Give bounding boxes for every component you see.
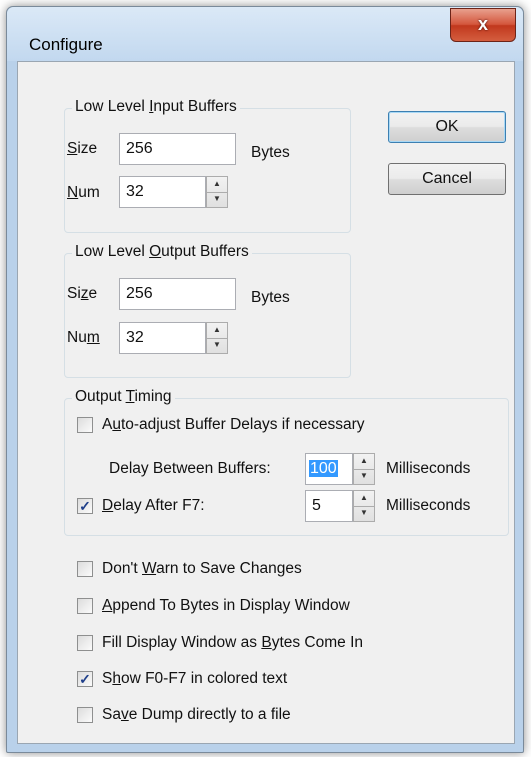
fill-display-label[interactable]: Fill Display Window as Bytes Come In	[102, 634, 363, 652]
fill-display-checkbox[interactable]	[77, 635, 93, 651]
delay-after-label[interactable]: Delay After F7:	[102, 497, 205, 515]
spin-down-icon[interactable]: ▼	[207, 192, 227, 207]
save-dump-label[interactable]: Save Dump directly to a file	[102, 706, 291, 724]
checkmark-icon: ✓	[79, 498, 91, 514]
close-icon: x	[477, 14, 488, 34]
input-size-field[interactable]: 256	[119, 133, 236, 165]
input-num-field[interactable]: 32	[119, 176, 206, 208]
spin-up-icon[interactable]: ▲	[354, 454, 374, 470]
dont-warn-checkbox[interactable]	[77, 561, 93, 577]
save-dump-checkbox[interactable]	[77, 707, 93, 723]
configure-dialog: Configure x Low Level Input Buffers Size…	[6, 6, 524, 753]
delay-after-checkbox[interactable]: ✓	[77, 498, 93, 514]
output-buffers-legend: Low Level Output Buffers	[72, 243, 252, 261]
spin-down-icon[interactable]: ▼	[354, 506, 374, 521]
dialog-body: Low Level Input Buffers Size 256 Bytes N…	[17, 61, 515, 744]
spin-up-icon[interactable]: ▲	[207, 177, 227, 193]
input-buffers-legend: Low Level Input Buffers	[72, 98, 240, 116]
output-size-label: Size	[67, 285, 98, 302]
input-buffers-group: Low Level Input Buffers	[64, 98, 351, 233]
output-num-spinner[interactable]: ▲ ▼	[206, 322, 228, 354]
delay-after-field[interactable]: 5	[305, 490, 353, 522]
auto-adjust-checkbox[interactable]	[77, 417, 93, 433]
output-size-field[interactable]: 256	[119, 278, 236, 310]
delay-after-unit: Milliseconds	[386, 497, 471, 514]
checkmark-icon: ✓	[79, 671, 91, 687]
output-timing-legend: Output Timing	[72, 388, 175, 406]
show-colored-label[interactable]: Show F0-F7 in colored text	[102, 670, 287, 688]
ok-button[interactable]: OK	[388, 111, 506, 143]
append-bytes-checkbox[interactable]	[77, 598, 93, 614]
delay-after-spinner[interactable]: ▲ ▼	[353, 490, 375, 522]
output-num-label: Num	[67, 329, 100, 346]
append-bytes-label[interactable]: Append To Bytes in Display Window	[102, 597, 350, 615]
output-size-unit: Bytes	[251, 289, 290, 306]
input-num-label: Num	[67, 184, 100, 201]
input-size-label: Size	[67, 140, 98, 157]
output-buffers-group: Low Level Output Buffers	[64, 243, 351, 378]
window-title: Configure	[29, 35, 103, 54]
auto-adjust-label[interactable]: Auto-adjust Buffer Delays if necessary	[102, 416, 365, 434]
close-button[interactable]: x	[450, 8, 516, 42]
output-num-field[interactable]: 32	[119, 322, 206, 354]
delay-between-unit: Milliseconds	[386, 460, 471, 477]
show-colored-checkbox[interactable]: ✓	[77, 671, 93, 687]
cancel-button[interactable]: Cancel	[388, 163, 506, 195]
title-bar[interactable]: Configure x	[7, 7, 523, 61]
delay-between-label: Delay Between Buffers:	[109, 460, 271, 477]
spin-down-icon[interactable]: ▼	[207, 338, 227, 353]
input-num-spinner[interactable]: ▲ ▼	[206, 176, 228, 208]
delay-between-spinner[interactable]: ▲ ▼	[353, 453, 375, 485]
spin-up-icon[interactable]: ▲	[354, 491, 374, 507]
input-size-unit: Bytes	[251, 144, 290, 161]
dont-warn-label[interactable]: Don't Warn to Save Changes	[102, 560, 302, 578]
spin-up-icon[interactable]: ▲	[207, 323, 227, 339]
spin-down-icon[interactable]: ▼	[354, 469, 374, 484]
delay-between-field[interactable]: 100	[305, 453, 353, 485]
